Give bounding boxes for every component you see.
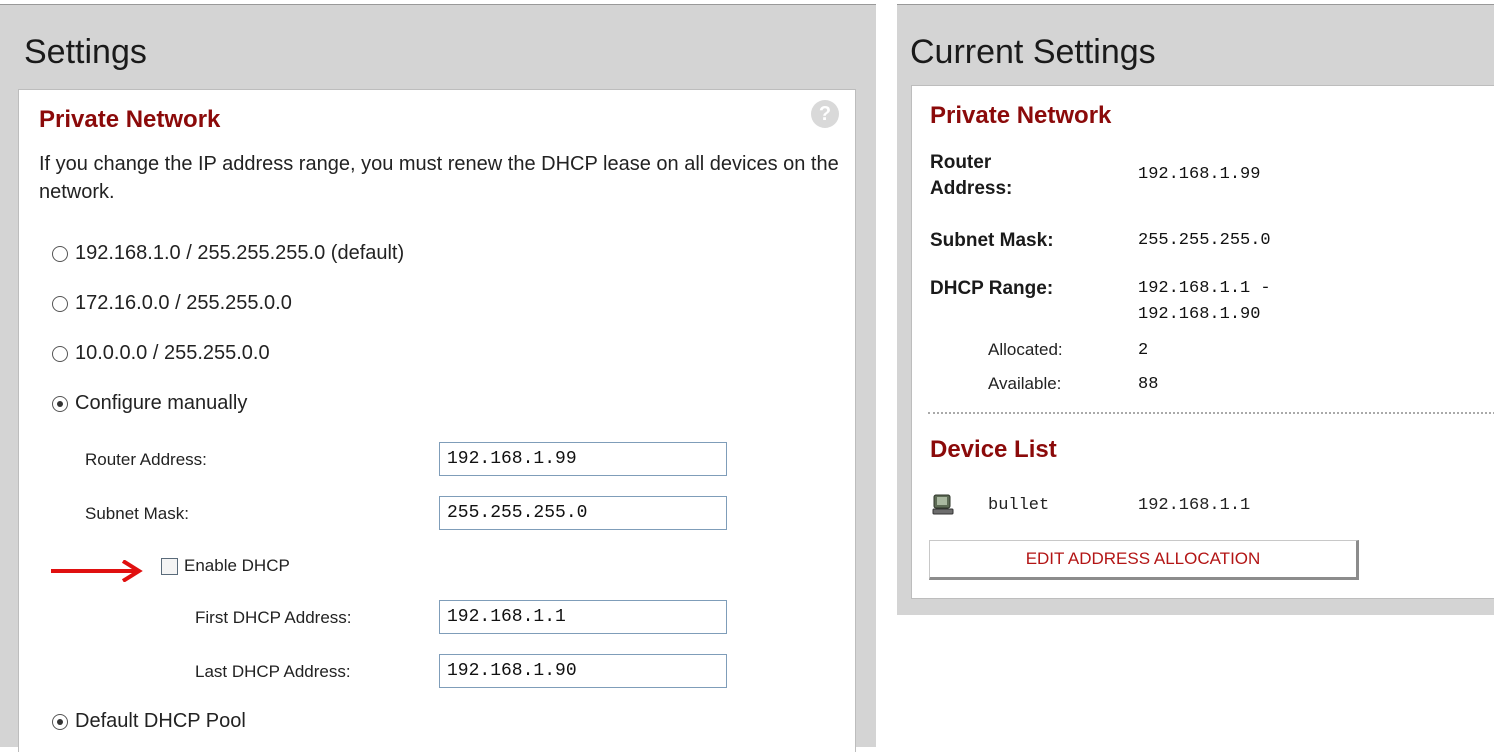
current-settings-box: Private Network Router Address: 192.168.… [911,85,1494,599]
router-address-label: Router Address: [85,450,207,469]
private-network-settings-box: Private Network ? If you change the IP a… [18,89,856,752]
red-arrow-icon [51,560,143,582]
radio-button-selected[interactable] [52,713,68,730]
enable-dhcp-checkbox-row[interactable]: Enable DHCP [161,556,290,576]
option-configure-manually[interactable]: Configure manually [52,392,247,415]
current-settings-title: Current Settings [910,33,1156,71]
private-network-heading: Private Network [39,106,221,133]
help-icon[interactable]: ? [811,100,839,128]
option-label: 192.168.1.0 / 255.255.255.0 (default) [75,242,405,264]
edit-address-allocation-button[interactable]: EDIT ADDRESS ALLOCATION [929,540,1359,580]
settings-title: Settings [24,33,147,71]
option-192-168-1-0[interactable]: 192.168.1.0 / 255.255.255.0 (default) [52,242,404,265]
option-label: Configure manually [75,392,248,414]
radio-button[interactable] [52,345,68,362]
option-label: 172.16.0.0 / 255.255.0.0 [75,292,292,314]
first-dhcp-address-input[interactable]: 192.168.1.1 [439,600,727,634]
device-name: bullet [988,496,1050,515]
router-address-value: 192.168.1.99 [1138,165,1261,184]
option-10-0-0-0[interactable]: 10.0.0.0 / 255.255.0.0 [52,342,270,365]
device-list-heading: Device List [930,436,1057,463]
dhcp-warning-text: If you change the IP address range, you … [39,153,839,203]
router-address-input[interactable]: 192.168.1.99 [439,442,727,476]
dhcp-range-end: 192.168.1.90 [1138,305,1261,324]
section-divider [928,412,1494,414]
router-address-label-line1: Router [930,152,992,173]
last-dhcp-address-label: Last DHCP Address: [195,662,351,681]
subnet-mask-label: Subnet Mask: [930,230,1054,251]
current-settings-panel: Current Settings Private Network Router … [897,4,1494,615]
enable-dhcp-label: Enable DHCP [184,556,290,575]
available-value: 88 [1138,375,1159,394]
option-label: 10.0.0.0 / 255.255.0.0 [75,342,270,364]
option-default-dhcp-pool[interactable]: Default DHCP Pool [52,710,246,733]
radio-button[interactable] [52,295,68,312]
radio-button-selected[interactable] [52,395,68,412]
allocated-label: Allocated: [988,340,1063,359]
radio-button[interactable] [52,245,68,262]
allocated-value: 2 [1138,341,1149,360]
option-label: Default DHCP Pool [75,710,246,732]
first-dhcp-address-label: First DHCP Address: [195,608,352,627]
subnet-mask-label: Subnet Mask: [85,504,189,523]
subnet-mask-input[interactable]: 255.255.255.0 [439,496,727,530]
option-172-16-0-0[interactable]: 172.16.0.0 / 255.255.0.0 [52,292,292,315]
router-address-label-line2: Address: [930,178,1013,199]
settings-panel: Settings Private Network ? If you change… [0,4,876,752]
dhcp-range-start: 192.168.1.1 - [1138,279,1271,298]
last-dhcp-address-input[interactable]: 192.168.1.90 [439,654,727,688]
subnet-mask-value: 255.255.255.0 [1138,231,1271,250]
computer-icon [932,494,954,515]
current-private-network-heading: Private Network [930,102,1112,129]
available-label: Available: [988,374,1062,393]
enable-dhcp-checkbox[interactable] [161,557,178,575]
dhcp-range-label: DHCP Range: [930,278,1054,299]
device-ip: 192.168.1.1 [1138,496,1251,515]
